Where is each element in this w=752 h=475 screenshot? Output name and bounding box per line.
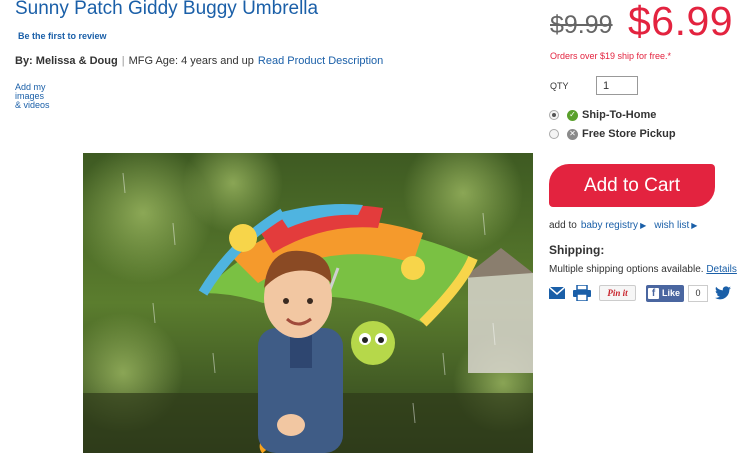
registry-links: add to baby registry ▶ wish list ▶ bbox=[549, 220, 701, 231]
facebook-like-button[interactable]: f Like bbox=[646, 284, 685, 302]
shipping-text: Multiple shipping options available. Det… bbox=[549, 264, 737, 275]
store-pickup-radio[interactable] bbox=[549, 129, 559, 139]
chevron-right-icon: ▶ bbox=[640, 221, 647, 230]
original-price: $9.99 bbox=[550, 11, 613, 39]
store-pickup-label: Free Store Pickup bbox=[582, 128, 676, 140]
product-image[interactable] bbox=[83, 153, 533, 453]
twitter-icon[interactable] bbox=[715, 286, 732, 300]
baby-registry-link[interactable]: baby registry bbox=[581, 220, 638, 231]
mfg-age: MFG Age: 4 years and up bbox=[128, 55, 254, 67]
add-media-line[interactable]: & videos bbox=[15, 101, 65, 110]
free-shipping-note: Orders over $19 ship for free.* bbox=[550, 51, 672, 61]
qty-input[interactable] bbox=[596, 76, 638, 95]
qty-label: QTY bbox=[550, 81, 569, 91]
byline-separator: | bbox=[121, 55, 125, 67]
email-icon[interactable] bbox=[549, 287, 565, 299]
by-label: By: Melissa & Doug bbox=[15, 55, 118, 67]
pinterest-button[interactable]: Pin it bbox=[599, 285, 636, 301]
sale-price: $6.99 bbox=[628, 0, 734, 44]
chevron-right-icon: ▶ bbox=[691, 221, 698, 230]
add-media-link[interactable]: Add my images & videos bbox=[15, 83, 65, 110]
x-circle-icon: ✕ bbox=[567, 128, 578, 140]
shipping-options-text: Multiple shipping options available. bbox=[549, 264, 704, 275]
share-bar: Pin it f Like 0 bbox=[549, 284, 732, 302]
first-review-link[interactable]: Be the first to review bbox=[18, 31, 107, 41]
read-description-link[interactable]: Read Product Description bbox=[258, 55, 383, 67]
shipping-heading: Shipping: bbox=[549, 243, 605, 257]
store-pickup-option[interactable]: ✕ Free Store Pickup bbox=[549, 128, 676, 140]
like-count: 0 bbox=[688, 284, 709, 302]
product-byline: By: Melissa & Doug | MFG Age: 4 years and … bbox=[15, 55, 383, 67]
registry-prefix: add to bbox=[549, 220, 577, 231]
check-circle-icon: ✓ bbox=[567, 109, 578, 121]
product-title: Sunny Patch Giddy Buggy Umbrella bbox=[15, 0, 319, 19]
ship-to-home-label: Ship-To-Home bbox=[582, 109, 657, 121]
ship-to-home-radio[interactable] bbox=[549, 110, 559, 120]
brand-name: Melissa & Doug bbox=[35, 55, 118, 67]
shipping-details-link[interactable]: Details bbox=[706, 264, 737, 275]
wish-list-link[interactable]: wish list bbox=[654, 220, 689, 231]
facebook-icon: f bbox=[648, 287, 659, 299]
like-label: Like bbox=[662, 288, 681, 298]
print-icon[interactable] bbox=[573, 285, 591, 301]
add-to-cart-button[interactable]: Add to Cart bbox=[549, 164, 715, 207]
ship-to-home-option[interactable]: ✓ Ship-To-Home bbox=[549, 109, 656, 121]
